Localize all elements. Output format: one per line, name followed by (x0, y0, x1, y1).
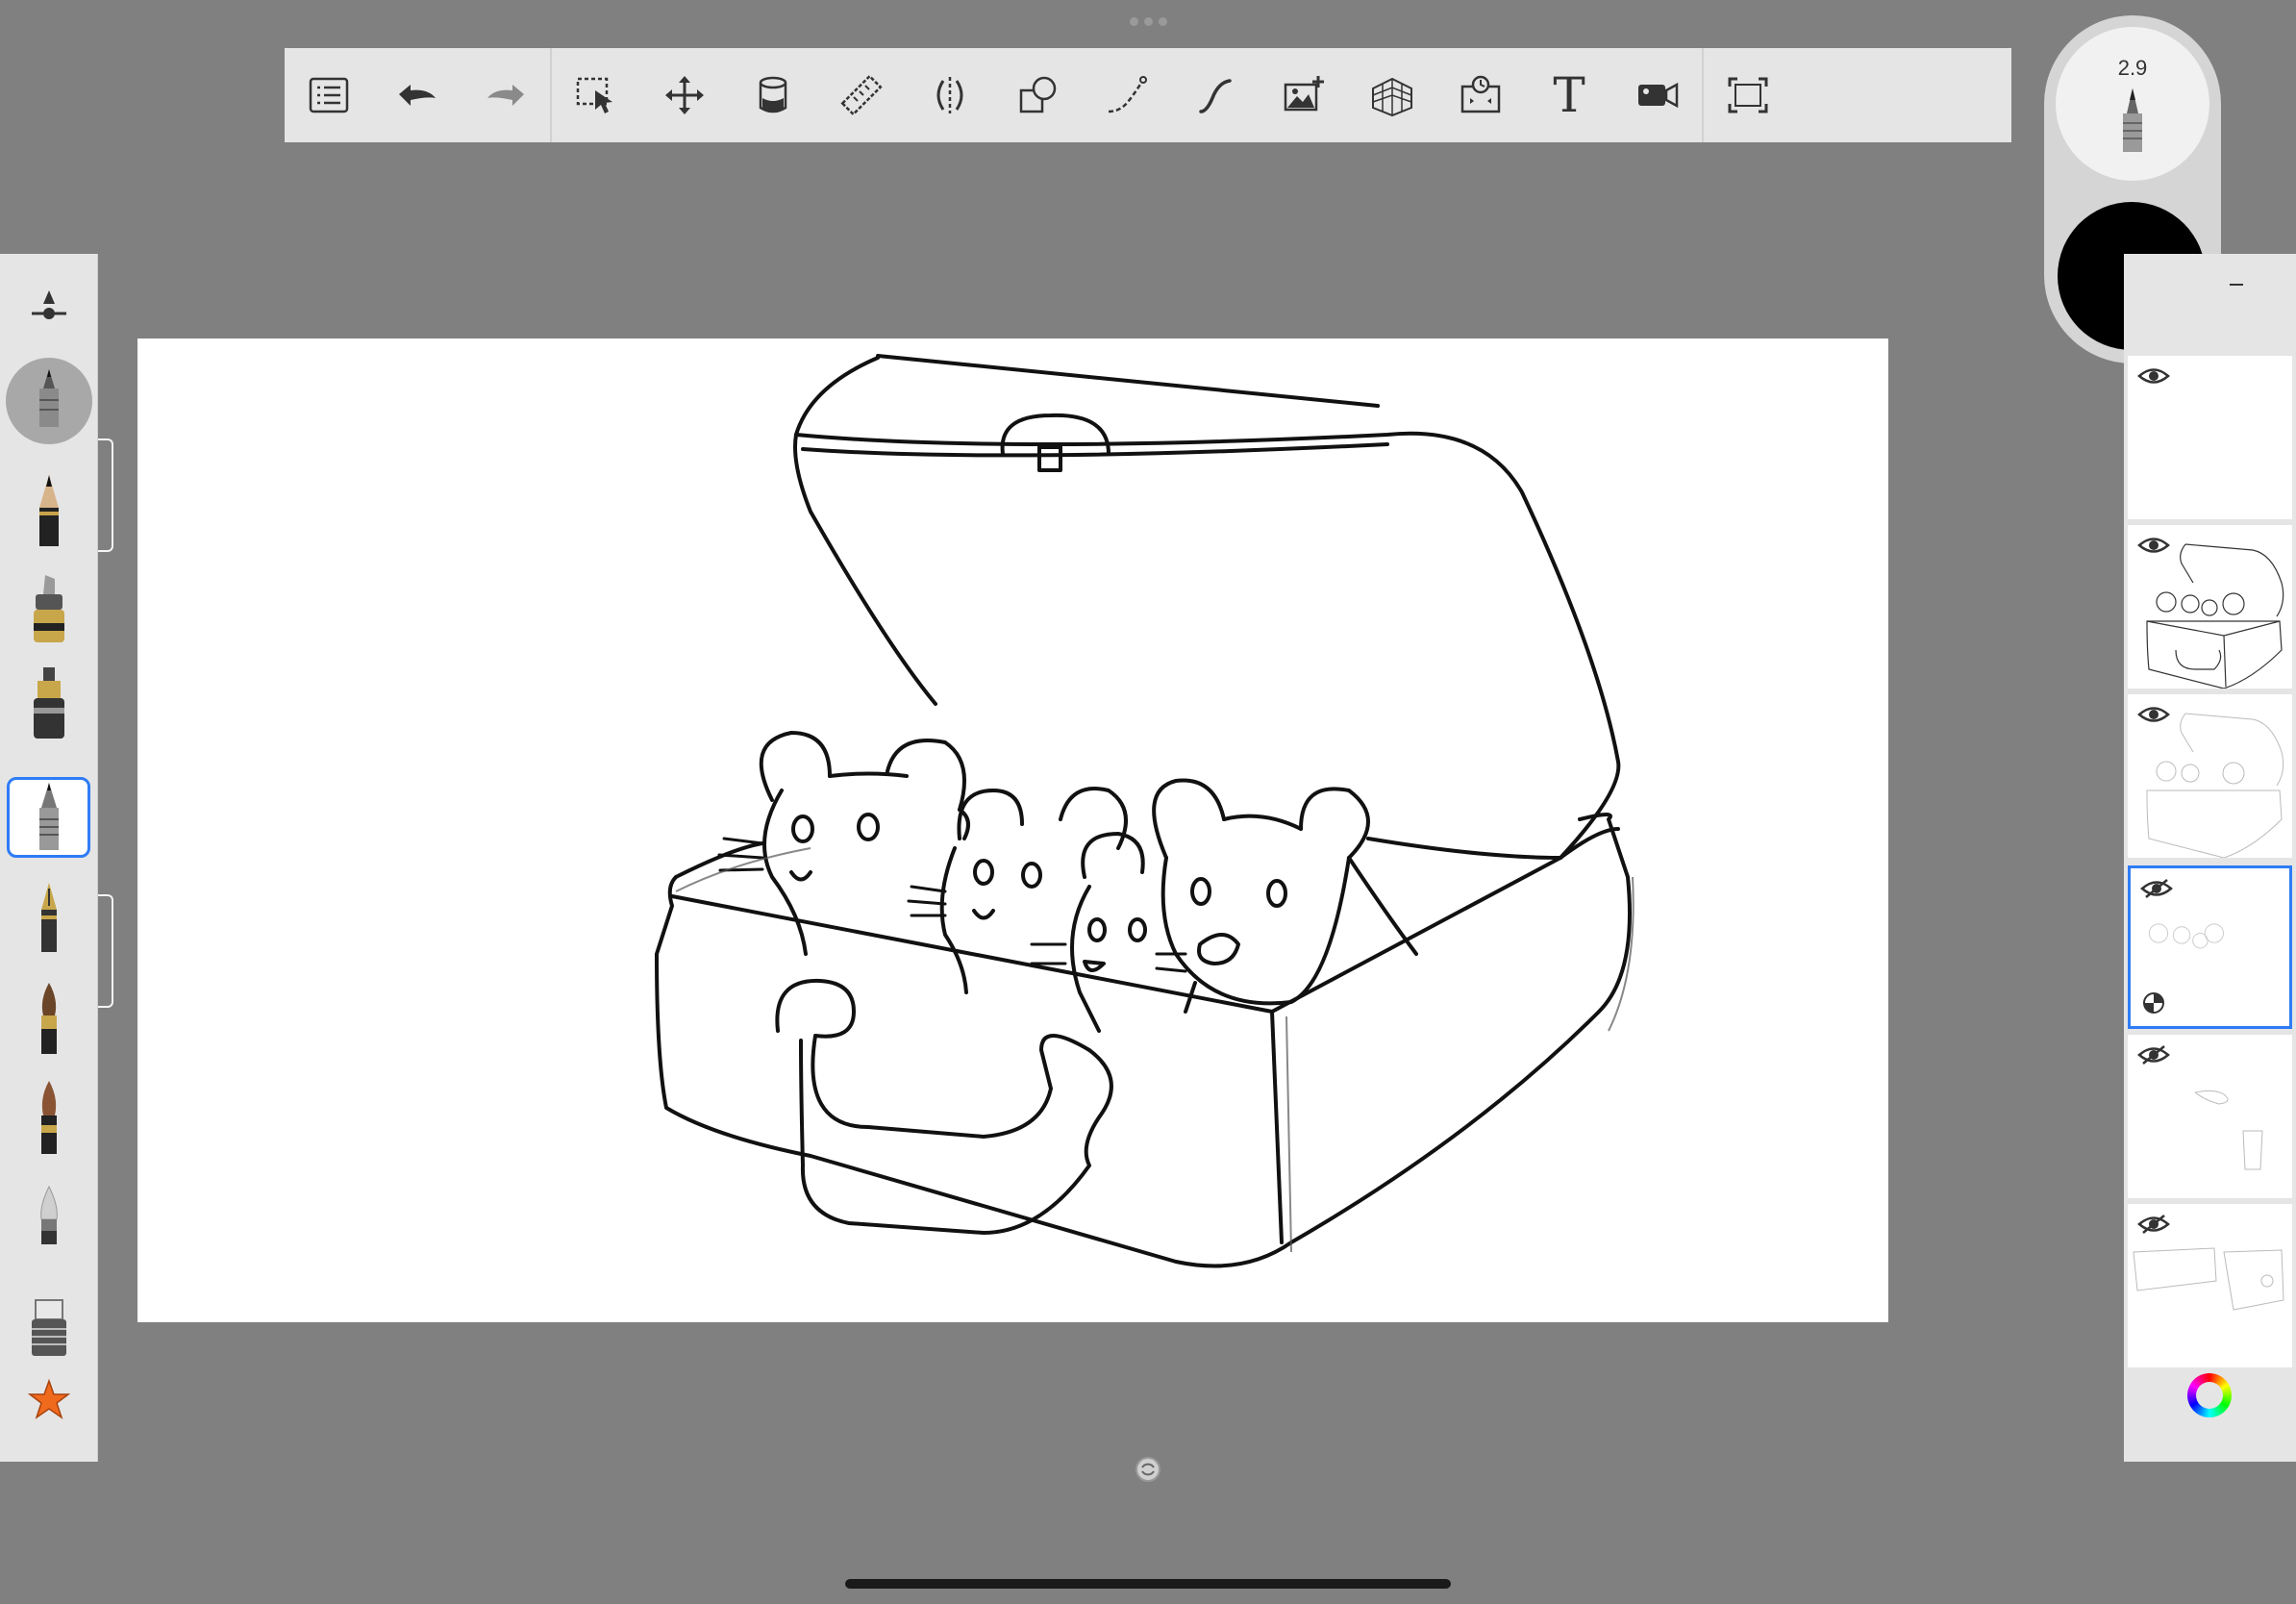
record-video-icon[interactable] (1613, 48, 1702, 142)
favorites-star-icon[interactable] (0, 1352, 98, 1448)
pencil-icon[interactable] (0, 462, 98, 558)
current-brush-icon[interactable] (6, 358, 92, 444)
fill-bucket-icon[interactable] (729, 48, 817, 142)
window-handle[interactable] (1127, 17, 1169, 29)
layer-item[interactable] (2128, 1035, 2292, 1198)
undo-icon[interactable] (373, 48, 462, 142)
predictive-stroke-icon[interactable] (1083, 48, 1171, 142)
ruler-icon[interactable] (817, 48, 906, 142)
layers-panel (2124, 254, 2296, 1462)
ink-brush-icon[interactable] (0, 1069, 98, 1165)
layer-item-active[interactable] (2128, 865, 2292, 1029)
main-toolbar: T (285, 48, 2011, 142)
canvas-rotate-icon[interactable] (1133, 1454, 1163, 1485)
brush-panel-tab[interactable] (98, 439, 113, 552)
ballpoint-pen-icon[interactable] (0, 769, 98, 865)
eye-hidden-icon[interactable] (2137, 1044, 2170, 1065)
drawing-canvas[interactable] (137, 338, 1888, 1322)
brush-panel-tab[interactable] (98, 894, 113, 1008)
paint-brush-icon[interactable] (0, 969, 98, 1065)
eye-hidden-icon[interactable] (2140, 878, 2173, 899)
transform-icon[interactable] (640, 48, 729, 142)
time-lapse-icon[interactable] (1436, 48, 1525, 142)
color-wheel-icon[interactable] (2187, 1373, 2232, 1417)
brush-preview-icon (2123, 88, 2142, 152)
lunchbox-mice-drawing (655, 354, 1635, 1268)
blend-mode-icon[interactable] (2142, 991, 2165, 1015)
layer-item[interactable] (2128, 1204, 2292, 1367)
symmetry-icon[interactable] (906, 48, 994, 142)
steady-stroke-icon[interactable] (1171, 48, 1260, 142)
fullscreen-icon[interactable] (1704, 48, 1792, 142)
selection-icon[interactable] (552, 48, 640, 142)
redo-icon[interactable] (462, 48, 550, 142)
size-opacity-slider-icon[interactable] (0, 258, 98, 354)
layer-item[interactable] (2128, 356, 2292, 519)
brush-size-value: 2.9 (2117, 56, 2148, 80)
text-tool-icon[interactable]: T (1525, 48, 1613, 142)
eye-visible-icon[interactable] (2137, 704, 2170, 725)
brush-size-puck[interactable]: 2.9 (2056, 27, 2209, 181)
eye-visible-icon[interactable] (2137, 535, 2170, 556)
layer-menu-icon[interactable] (2216, 281, 2245, 288)
brush-palette (0, 254, 113, 1462)
eye-visible-icon[interactable] (2137, 365, 2170, 387)
add-image-icon[interactable] (1260, 48, 1348, 142)
home-indicator[interactable] (845, 1579, 1451, 1589)
ink-pen-icon[interactable] (0, 654, 98, 750)
eye-hidden-icon[interactable] (2137, 1214, 2170, 1235)
fountain-pen-icon[interactable] (0, 869, 98, 965)
list-icon[interactable] (285, 48, 373, 142)
perspective-grid-icon[interactable] (1348, 48, 1436, 142)
airbrush-icon[interactable] (0, 1169, 98, 1266)
marker-icon[interactable] (0, 558, 98, 654)
layer-item[interactable] (2128, 525, 2292, 689)
layer-item[interactable] (2128, 694, 2292, 858)
shapes-icon[interactable] (994, 48, 1083, 142)
